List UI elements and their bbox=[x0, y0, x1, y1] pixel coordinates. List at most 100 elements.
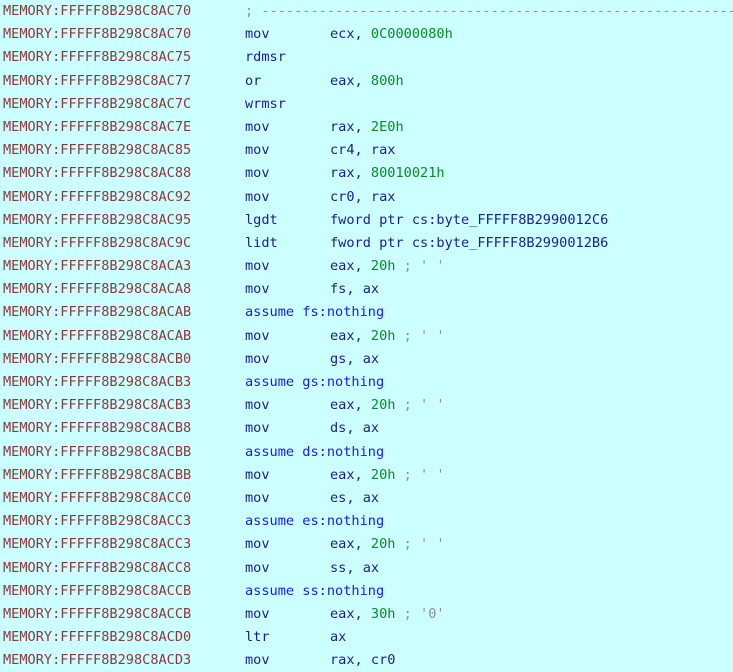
instruction-operands: eax, 20h ; ' ' bbox=[330, 325, 445, 348]
line-address: MEMORY:FFFFF8B298C8ACB3 bbox=[3, 374, 192, 390]
instruction-mnemonic: mov bbox=[245, 652, 270, 669]
operand-immediate: 0C0000080h bbox=[370, 26, 453, 43]
instruction-mnemonic: mov bbox=[245, 26, 270, 43]
disassembly-line[interactable]: MEMORY:FFFFF8B298C8AC85 mov cr4, rax bbox=[0, 139, 733, 162]
instruction-mnemonic: or bbox=[245, 72, 262, 89]
line-address: MEMORY:FFFFF8B298C8ACC8 bbox=[3, 559, 192, 576]
operand-immediate: 20h bbox=[370, 327, 396, 344]
disassembly-line[interactable]: MEMORY:FFFFF8B298C8AC75 rdmsr bbox=[0, 46, 733, 69]
instruction-mnemonic: lgdt bbox=[245, 211, 278, 228]
disassembly-line[interactable]: MEMORY:FFFFF8B298C8ACBB assume ds:nothing bbox=[0, 441, 733, 464]
operand-register: eax, bbox=[330, 72, 371, 89]
disassembly-line[interactable]: MEMORY:FFFFF8B298C8ACC3 assume es:nothing bbox=[0, 510, 733, 533]
instruction-operands: ss, ax bbox=[330, 557, 379, 580]
line-address: MEMORY:FFFFF8B298C8AC77 bbox=[3, 72, 192, 89]
disassembly-line[interactable]: MEMORY:FFFFF8B298C8ACCB assume ss:nothing bbox=[0, 580, 733, 603]
instruction-operands: rax, cr0 bbox=[330, 649, 395, 672]
line-address: MEMORY:FFFFF8B298C8AC70 bbox=[3, 3, 192, 19]
line-address: MEMORY:FFFFF8B298C8ACCB bbox=[3, 582, 192, 599]
line-address: MEMORY:FFFFF8B298C8ACA8 bbox=[3, 281, 192, 298]
instruction-mnemonic: wrmsr bbox=[245, 95, 286, 112]
disassembly-line[interactable]: MEMORY:FFFFF8B298C8AC7E mov rax, 2E0h bbox=[0, 116, 733, 139]
inline-comment: ; ' ' bbox=[395, 327, 445, 344]
disassembly-line[interactable]: MEMORY:FFFFF8B298C8ACD0 ltr ax bbox=[0, 626, 733, 649]
disassembly-line[interactable]: MEMORY:FFFFF8B298C8AC95 lgdt fword ptr cs:… bbox=[0, 209, 733, 232]
instruction-operands: rax, 80010021h bbox=[330, 162, 445, 185]
operand-register: fword ptr cs:byte_FFFFF8B2990012B6 bbox=[330, 234, 609, 251]
line-address: MEMORY:FFFFF8B298C8ACC0 bbox=[3, 489, 192, 506]
instruction-operands: fs, ax bbox=[330, 278, 379, 301]
disassembly-line[interactable]: MEMORY:FFFFF8B298C8ACC8 mov ss, ax bbox=[0, 557, 733, 580]
inline-comment: ; '0' bbox=[395, 605, 445, 622]
instruction-mnemonic: lidt bbox=[245, 234, 278, 251]
instruction-operands: cr4, rax bbox=[330, 139, 395, 162]
line-address: MEMORY:FFFFF8B298C8ACC3 bbox=[3, 513, 192, 530]
line-address: MEMORY:FFFFF8B298C8ACCB bbox=[3, 605, 192, 622]
operand-register: fword ptr cs:byte_FFFFF8B2990012C6 bbox=[330, 211, 609, 228]
instruction-operands: eax, 20h ; ' ' bbox=[330, 464, 445, 487]
instruction-operands: eax, 20h ; ' ' bbox=[330, 394, 445, 417]
instruction-operands: ecx, 0C0000080h bbox=[330, 23, 453, 46]
instruction-operands: es, ax bbox=[330, 487, 379, 510]
inline-comment: ; ' ' bbox=[395, 466, 445, 483]
disassembly-line[interactable]: MEMORY:FFFFF8B298C8ACC3 mov eax, 20h ; ' ' bbox=[0, 533, 733, 556]
disassembly-line[interactable]: MEMORY:FFFFF8B298C8AC92 mov cr0, rax bbox=[0, 186, 733, 209]
disassembly-line[interactable]: MEMORY:FFFFF8B298C8ACCB mov eax, 30h ; '0' bbox=[0, 603, 733, 626]
instruction-mnemonic: mov bbox=[245, 327, 270, 344]
disassembly-line[interactable]: MEMORY:FFFFF8B298C8ACB8 mov ds, ax bbox=[0, 417, 733, 440]
operand-register: fs, ax bbox=[330, 281, 380, 298]
operand-immediate: 20h bbox=[370, 258, 396, 275]
operand-register: ecx, bbox=[330, 26, 371, 43]
operand-register: eax, bbox=[330, 536, 371, 553]
disassembly-line[interactable]: MEMORY:FFFFF8B298C8AC9C lidt fword ptr cs:… bbox=[0, 232, 733, 255]
operand-register: eax, bbox=[330, 327, 371, 344]
assume-directive: assume ss:nothing bbox=[245, 582, 385, 599]
operand-register: eax, bbox=[330, 605, 371, 622]
operand-immediate: 2E0h bbox=[370, 118, 404, 135]
disassembly-line[interactable]: MEMORY:FFFFF8B298C8ACAB assume fs:nothing bbox=[0, 301, 733, 324]
operand-register: rax, cr0 bbox=[330, 652, 396, 669]
instruction-mnemonic: mov bbox=[245, 350, 270, 367]
line-address: MEMORY:FFFFF8B298C8ACAB bbox=[3, 327, 192, 344]
disassembly-line[interactable]: MEMORY:FFFFF8B298C8AC77 or eax, 800h bbox=[0, 70, 733, 93]
instruction-operands: fword ptr cs:byte_FFFFF8B2990012B6 bbox=[330, 232, 608, 255]
operand-register: rax, bbox=[330, 165, 371, 182]
inline-comment: ; ' ' bbox=[395, 397, 445, 414]
instruction-mnemonic: rdmsr bbox=[245, 49, 286, 66]
disassembly-line[interactable]: MEMORY:FFFFF8B298C8ACBB mov eax, 20h ; ' ' bbox=[0, 464, 733, 487]
instruction-operands: eax, 20h ; ' ' bbox=[330, 255, 445, 278]
inline-comment: ; ' ' bbox=[395, 258, 445, 275]
instruction-mnemonic: mov bbox=[245, 118, 270, 135]
disassembly-line[interactable]: MEMORY:FFFFF8B298C8ACC0 mov es, ax bbox=[0, 487, 733, 510]
instruction-operands: cr0, rax bbox=[330, 186, 395, 209]
disassembly-line[interactable]: MEMORY:FFFFF8B298C8ACB0 mov gs, ax bbox=[0, 348, 733, 371]
instruction-operands: eax, 20h ; ' ' bbox=[330, 533, 445, 556]
disassembly-line[interactable]: MEMORY:FFFFF8B298C8AC70 mov ecx, 0C0000080… bbox=[0, 23, 733, 46]
instruction-mnemonic: mov bbox=[245, 605, 270, 622]
instruction-operands: gs, ax bbox=[330, 348, 379, 371]
disassembly-view[interactable]: MEMORY:FFFFF8B298C8AC70 ; ---------------… bbox=[0, 0, 733, 668]
disassembly-line[interactable]: MEMORY:FFFFF8B298C8AC7C wrmsr bbox=[0, 93, 733, 116]
instruction-mnemonic: mov bbox=[245, 536, 270, 553]
disassembly-line[interactable]: MEMORY:FFFFF8B298C8ACA8 mov fs, ax bbox=[0, 278, 733, 301]
instruction-operands: eax, 800h bbox=[330, 70, 404, 93]
disassembly-line[interactable]: MEMORY:FFFFF8B298C8ACAB mov eax, 20h ; ' ' bbox=[0, 325, 733, 348]
disassembly-line[interactable]: MEMORY:FFFFF8B298C8AC70 ; ---------------… bbox=[0, 0, 733, 23]
disassembly-line[interactable]: MEMORY:FFFFF8B298C8ACD3 mov rax, cr0 bbox=[0, 649, 733, 672]
line-address: MEMORY:FFFFF8B298C8ACB8 bbox=[3, 420, 192, 437]
disassembly-line[interactable]: MEMORY:FFFFF8B298C8AC88 mov rax, 80010021h bbox=[0, 162, 733, 185]
line-address: MEMORY:FFFFF8B298C8AC85 bbox=[3, 142, 192, 159]
line-address: MEMORY:FFFFF8B298C8ACD0 bbox=[3, 629, 192, 646]
operand-register: eax, bbox=[330, 466, 371, 483]
disassembly-line[interactable]: MEMORY:FFFFF8B298C8ACB3 mov eax, 20h ; ' ' bbox=[0, 394, 733, 417]
operand-register: eax, bbox=[330, 397, 371, 414]
line-address: MEMORY:FFFFF8B298C8AC92 bbox=[3, 188, 192, 205]
disassembly-line[interactable]: MEMORY:FFFFF8B298C8ACB3 assume gs:nothing bbox=[0, 371, 733, 394]
line-address: MEMORY:FFFFF8B298C8AC7C bbox=[3, 95, 192, 112]
operand-register: cr0, rax bbox=[330, 188, 396, 205]
operand-immediate: 80010021h bbox=[370, 165, 445, 182]
line-address: MEMORY:FFFFF8B298C8ACB3 bbox=[3, 397, 192, 414]
instruction-mnemonic: mov bbox=[245, 489, 270, 506]
disassembly-line[interactable]: MEMORY:FFFFF8B298C8ACA3 mov eax, 20h ; ' ' bbox=[0, 255, 733, 278]
instruction-mnemonic: mov bbox=[245, 559, 270, 576]
